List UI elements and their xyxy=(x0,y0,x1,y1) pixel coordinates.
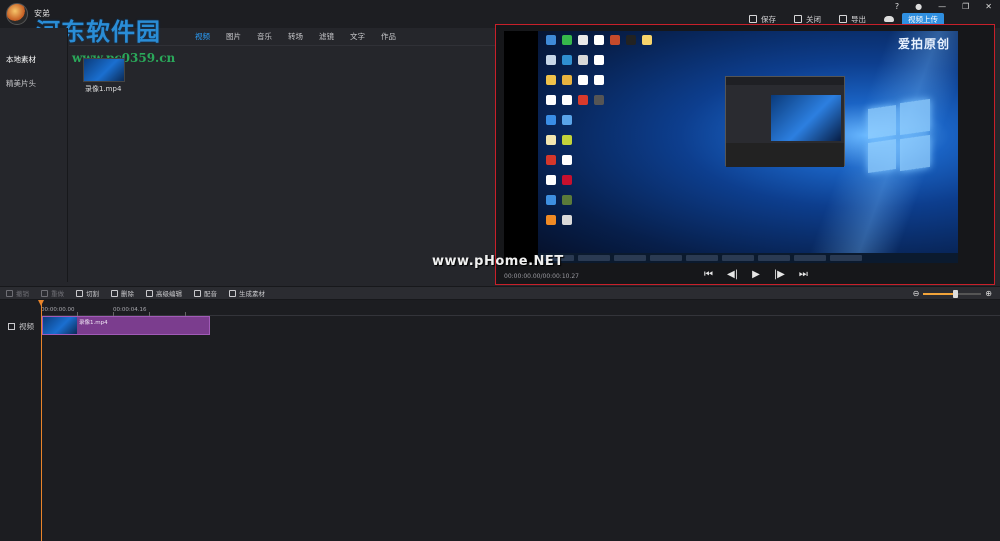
save-label: 保存 xyxy=(761,14,776,24)
maximize-button[interactable]: ❐ xyxy=(962,2,969,11)
edit-toolbar: 撤销 重做 切割 删除 高级编辑 配音 生成素材 ⊖ ⊕ xyxy=(0,286,1000,300)
close-label: 关闭 xyxy=(806,14,821,24)
pen-icon xyxy=(146,289,153,297)
media-tabs: 视频 图片 音乐 转场 滤镜 文字 作品 xyxy=(69,28,496,46)
tab-video[interactable]: 视频 xyxy=(195,31,210,42)
sidebar-item-intro-templates[interactable]: 精美片头 xyxy=(6,78,36,89)
video-track-name: 视频 xyxy=(19,322,34,331)
user-avatar[interactable] xyxy=(6,3,28,25)
dubbing-button[interactable]: 配音 xyxy=(194,288,217,298)
tab-text[interactable]: 文字 xyxy=(350,31,365,42)
material-sidebar: 本地素材 精美片头 xyxy=(0,28,68,282)
playback-time: 00:00:00.00/00:00:10.27 xyxy=(504,273,579,280)
media-thumbnail[interactable] xyxy=(83,58,125,82)
zoom-in-icon[interactable]: ⊕ xyxy=(985,289,992,298)
timeline: 00:00:00.00 00:00:04.16 视频 录像1.mp4 xyxy=(0,300,1000,541)
step-forward-icon[interactable]: |▶ xyxy=(774,269,785,280)
playhead-handle[interactable] xyxy=(38,300,44,306)
zoom-slider[interactable] xyxy=(923,289,982,298)
advanced-edit-label: 高级编辑 xyxy=(156,290,182,298)
tab-music[interactable]: 音乐 xyxy=(257,31,272,42)
minimize-button[interactable]: — xyxy=(938,2,946,11)
preview-site-watermark: www.pHome.NET xyxy=(432,254,564,269)
preview-screen[interactable]: 爱拍原创 xyxy=(504,31,958,263)
help-icon[interactable]: ? xyxy=(895,2,899,11)
advanced-edit-button[interactable]: 高级编辑 xyxy=(146,288,182,298)
playback-controls: ⏮ ◀| ▶ |▶ ⏭ xyxy=(704,269,808,280)
window-controls: ? ● — ❐ ✕ xyxy=(895,2,992,11)
clip-label: 录像1.mp4 xyxy=(79,320,108,326)
export-label: 导出 xyxy=(851,14,866,24)
save-icon xyxy=(749,15,757,23)
step-back-icon[interactable]: ◀| xyxy=(727,269,738,280)
zoom-out-icon[interactable]: ⊖ xyxy=(913,289,920,298)
video-track-label: 视频 xyxy=(8,321,34,332)
ruler-tick-label: 00:00:04.16 xyxy=(113,307,147,313)
save-button[interactable]: 保存 xyxy=(749,14,776,25)
tab-transition[interactable]: 转场 xyxy=(288,31,303,42)
delete-label: 删除 xyxy=(121,290,134,298)
preview-panel: 爱拍原创 00:00:00.00/00:00:10.27 ⏮ ◀| ▶ |▶ ⏭ xyxy=(495,24,995,285)
cloud-icon xyxy=(884,16,894,22)
undo-label: 撤销 xyxy=(16,290,29,298)
skip-start-icon[interactable]: ⏮ xyxy=(704,269,713,280)
video-track-icon xyxy=(8,323,15,330)
delete-button[interactable]: 删除 xyxy=(111,288,134,298)
redo-label: 重做 xyxy=(51,290,64,298)
ruler-tick-label: 00:00:00.00 xyxy=(41,307,75,313)
recorded-app-window xyxy=(725,76,845,167)
bell-icon[interactable]: ● xyxy=(915,2,922,11)
cut-label: 切割 xyxy=(86,290,99,298)
close-window-button[interactable]: ✕ xyxy=(985,2,992,11)
sidebar-item-local-material[interactable]: 本地素材 xyxy=(6,54,36,65)
skip-end-icon[interactable]: ⏭ xyxy=(799,269,808,280)
tab-filter[interactable]: 滤镜 xyxy=(319,31,334,42)
redo-icon xyxy=(41,289,48,297)
microphone-icon xyxy=(194,289,201,297)
export-button[interactable]: 导出 xyxy=(839,14,866,25)
scissors-icon xyxy=(76,289,83,297)
playhead[interactable] xyxy=(38,300,44,541)
zoom-slider-handle[interactable] xyxy=(953,289,959,298)
play-icon[interactable]: ▶ xyxy=(752,269,760,280)
timeline-zoom: ⊖ ⊕ xyxy=(913,289,992,298)
windows-logo-icon xyxy=(868,98,932,181)
undo-icon xyxy=(6,289,13,297)
media-item-name: 录像1.mp4 xyxy=(85,85,122,93)
generate-material-button[interactable]: 生成素材 xyxy=(229,288,265,298)
gear-icon xyxy=(229,289,236,297)
trash-icon xyxy=(111,289,118,297)
media-library: 录像1.mp4 xyxy=(69,46,496,282)
redo-button[interactable]: 重做 xyxy=(41,288,64,298)
video-editor-window: 安弟 ? ● — ❐ ✕ 保存 关闭 导出 视频上传 河东软件园 w xyxy=(0,0,1000,541)
undo-button[interactable]: 撤销 xyxy=(6,288,29,298)
video-clip[interactable]: 录像1.mp4 xyxy=(42,316,210,335)
export-icon xyxy=(839,15,847,23)
close-project-button[interactable]: 关闭 xyxy=(794,14,821,25)
clip-thumbnail xyxy=(43,317,77,334)
exit-icon xyxy=(794,15,802,23)
preview-brand-watermark: 爱拍原创 xyxy=(897,37,950,51)
generate-material-label: 生成素材 xyxy=(239,290,265,298)
tab-image[interactable]: 图片 xyxy=(226,31,241,42)
tab-works[interactable]: 作品 xyxy=(381,31,396,42)
recorded-desktop-image: 爱拍原创 xyxy=(538,31,958,263)
dubbing-label: 配音 xyxy=(204,290,217,298)
cut-button[interactable]: 切割 xyxy=(76,288,99,298)
timeline-ruler[interactable]: 00:00:00.00 00:00:04.16 xyxy=(41,306,1000,316)
recorded-taskbar xyxy=(538,253,958,263)
